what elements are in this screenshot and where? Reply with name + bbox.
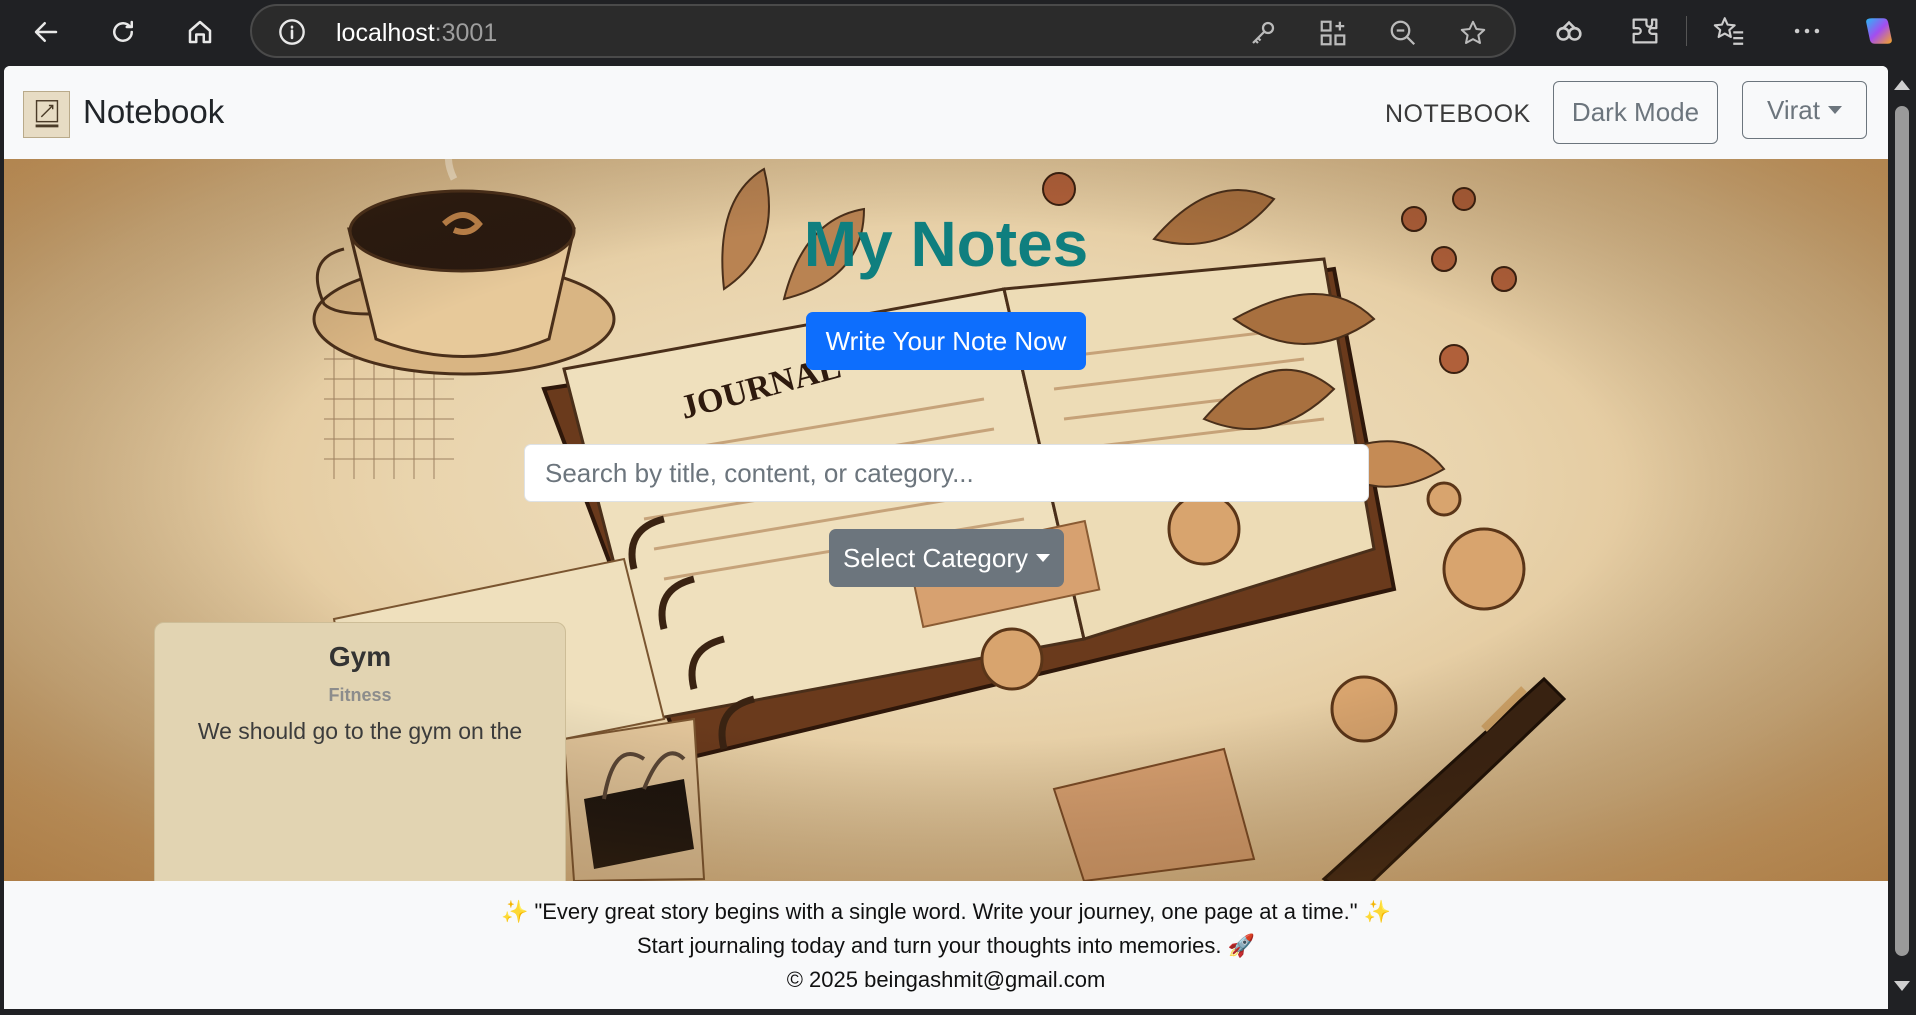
brand-name[interactable]: Notebook <box>83 93 224 131</box>
footer-copyright: © 2025 beingashmit@gmail.com <box>786 967 1106 992</box>
user-name: Virat <box>1767 94 1820 125</box>
key-icon[interactable] <box>1248 18 1278 48</box>
journal-logo-icon[interactable] <box>23 91 70 138</box>
scroll-up-arrow-icon[interactable] <box>1894 80 1910 90</box>
hero-section: JOURNAL <box>4 159 1888 881</box>
copilot-icon[interactable] <box>1862 14 1896 48</box>
apps-icon[interactable] <box>1318 18 1348 48</box>
page-scrollbar[interactable] <box>1888 66 1916 1009</box>
url-host: localhost <box>336 19 435 47</box>
select-category-dropdown[interactable]: Select Category <box>829 529 1064 587</box>
url-text: localhost:3001 <box>336 19 497 48</box>
performance-icon[interactable] <box>1552 14 1586 48</box>
browser-toolbar: localhost:3001 <box>0 0 1916 66</box>
site-info-icon[interactable] <box>278 18 306 46</box>
favorites-icon[interactable] <box>1712 14 1746 48</box>
reload-icon[interactable] <box>101 10 145 54</box>
note-title: Gym <box>328 641 392 672</box>
select-category-label: Select Category <box>843 542 1028 573</box>
url-port: :3001 <box>434 19 498 47</box>
back-icon[interactable] <box>24 10 68 54</box>
extensions-icon[interactable] <box>1628 14 1662 48</box>
favorite-star-icon[interactable] <box>1458 18 1488 48</box>
scrollbar-thumb[interactable] <box>1895 106 1909 956</box>
note-card[interactable]: Gym Fitness We should go to the gym on t… <box>154 622 566 881</box>
chevron-down-icon <box>1035 554 1050 562</box>
home-icon[interactable] <box>178 10 222 54</box>
search-input[interactable] <box>524 444 1369 502</box>
zoom-out-icon[interactable] <box>1388 18 1418 48</box>
scroll-down-arrow-icon[interactable] <box>1894 981 1910 991</box>
toolbar-divider <box>1686 16 1687 46</box>
chevron-down-icon <box>1828 106 1842 114</box>
page-title: My Notes <box>803 208 1089 280</box>
write-note-button[interactable]: Write Your Note Now <box>806 312 1086 370</box>
address-bar[interactable]: localhost:3001 <box>250 4 1516 58</box>
footer-tagline: Start journaling today and turn your tho… <box>636 933 1256 958</box>
user-dropdown-button[interactable]: Virat <box>1742 81 1867 139</box>
note-body: We should go to the gym on the <box>197 718 523 744</box>
more-menu-icon[interactable] <box>1790 14 1824 48</box>
footer: ✨ "Every great story begins with a singl… <box>4 881 1888 1009</box>
navbar: Notebook NOTEBOOK Dark Mode Virat <box>4 66 1888 159</box>
note-category: Fitness <box>328 685 392 705</box>
footer-quote: ✨ "Every great story begins with a singl… <box>500 899 1392 924</box>
dark-mode-button[interactable]: Dark Mode <box>1553 81 1718 144</box>
page-viewport: Notebook NOTEBOOK Dark Mode Virat My Not… <box>4 66 1888 1009</box>
nav-link-notebook[interactable]: NOTEBOOK <box>1385 100 1531 129</box>
